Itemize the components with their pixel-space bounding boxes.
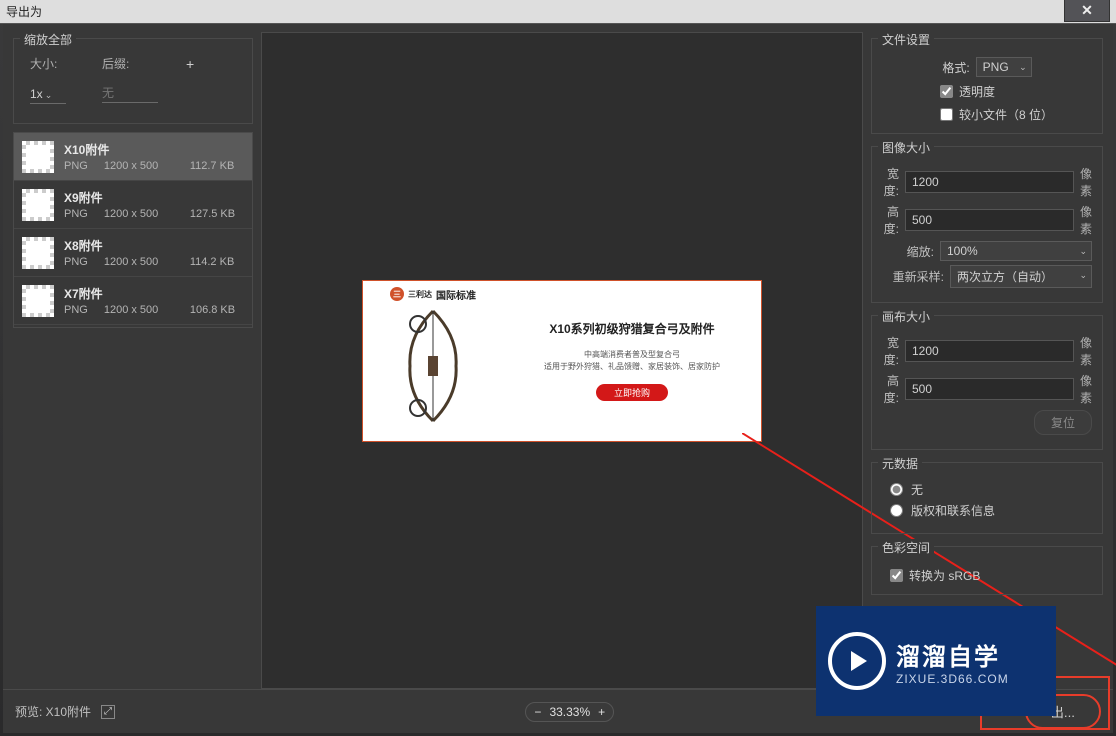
asset-dim: 1200 x 500 [104, 256, 174, 268]
preview-title: X10系列初级狩猎复合弓及附件 [549, 320, 714, 337]
metadata-section: 元数据 无 版权和联系信息 [871, 462, 1103, 534]
format-label: 格式: [942, 59, 969, 76]
asset-row[interactable]: X9附件 PNG 1200 x 500 127.5 KB [14, 181, 252, 229]
right-panel: 文件设置 格式: PNG⌄ 透明度 较小文件（8 位） 图像大小 宽度: [871, 32, 1103, 689]
canvas-height-input[interactable] [905, 378, 1074, 400]
format-select[interactable]: PNG⌄ [976, 57, 1032, 77]
metadata-copyright-radio[interactable]: 版权和联系信息 [890, 502, 1092, 519]
asset-name: X9附件 [64, 189, 244, 206]
asset-size: 112.7 KB [190, 160, 234, 172]
asset-thumbnail [22, 237, 54, 269]
watermark-play-icon [828, 632, 886, 690]
transparency-checkbox[interactable] [940, 85, 953, 98]
bow-image [398, 306, 468, 426]
reset-button[interactable]: 复位 [1034, 410, 1092, 435]
asset-size: 127.5 KB [190, 208, 235, 220]
zoom-value: 33.33% [549, 705, 590, 719]
size-label: 大小: [30, 55, 84, 72]
asset-size: 106.8 KB [190, 304, 235, 316]
asset-thumbnail [22, 285, 54, 317]
scale-pct-select[interactable]: 100%⌄ [940, 241, 1092, 261]
asset-name: X7附件 [64, 285, 244, 302]
asset-list: X10附件 PNG 1200 x 500 112.7 KB X9附件 PNG [13, 132, 253, 328]
watermark: 溜溜自学 ZIXUE.3D66.COM [816, 606, 1056, 716]
colorspace-section: 色彩空间 转换为 sRGB [871, 546, 1103, 595]
asset-name: X8附件 [64, 237, 244, 254]
srgb-checkbox[interactable] [890, 569, 903, 582]
scale-section-label: 缩放全部 [20, 31, 76, 48]
height-label: 高度: [882, 203, 899, 237]
fit-icon[interactable]: ⤢ [101, 705, 115, 719]
preview-label: 预览: X10附件 [15, 703, 91, 720]
preview-logo: 三 三利达 国际标准 [390, 287, 476, 302]
height-input[interactable] [905, 209, 1074, 231]
asset-dim: 1200 x 500 [104, 304, 174, 316]
canvas-width-input[interactable] [905, 340, 1074, 362]
scale-pct-label: 缩放: [882, 243, 934, 260]
asset-row[interactable]: X10附件 PNG 1200 x 500 112.7 KB [14, 133, 252, 181]
zoom-out-icon[interactable]: − [534, 705, 541, 719]
width-label: 宽度: [882, 165, 899, 199]
asset-format: PNG [64, 160, 88, 172]
window-title: 导出为 [6, 3, 42, 20]
preview-cta: 立即抢购 [596, 384, 668, 401]
asset-size: 114.2 KB [190, 256, 234, 268]
canvas-size-section: 画布大小 宽度: 像素 高度: 像素 复位 [871, 315, 1103, 450]
left-panel: 缩放全部 大小: 后缀: + 1x⌄ [13, 32, 253, 689]
preview-subtitle: 中高端消费者普及型复合弓 适用于野外狩猎、礼品馈赠、家居装饰、居家防护 [544, 349, 720, 371]
small-file-checkbox[interactable] [940, 108, 953, 121]
preview-canvas: 三 三利达 国际标准 [362, 280, 762, 442]
transparency-label: 透明度 [959, 83, 995, 100]
scale-select[interactable]: 1x⌄ [30, 85, 66, 104]
asset-row[interactable]: X8附件 PNG 1200 x 500 114.2 KB [14, 229, 252, 277]
scale-all-section: 缩放全部 大小: 后缀: + 1x⌄ [13, 38, 253, 124]
resample-select[interactable]: 两次立方（自动）⌄ [950, 265, 1092, 288]
asset-format: PNG [64, 304, 88, 316]
close-button[interactable]: ✕ [1064, 0, 1110, 22]
file-settings-section: 文件设置 格式: PNG⌄ 透明度 较小文件（8 位） [871, 38, 1103, 134]
watermark-url: ZIXUE.3D66.COM [896, 672, 1009, 686]
image-size-section: 图像大小 宽度: 像素 高度: 像素 缩放: 100%⌄ 重新采样: [871, 146, 1103, 303]
asset-dim: 1200 x 500 [104, 208, 174, 220]
asset-format: PNG [64, 256, 88, 268]
add-scale-button[interactable]: + [186, 56, 194, 72]
watermark-title: 溜溜自学 [896, 637, 1009, 672]
resample-label: 重新采样: [882, 268, 944, 285]
title-bar: 导出为 ✕ [0, 0, 1116, 24]
asset-name: X10附件 [64, 141, 244, 158]
asset-thumbnail [22, 189, 54, 221]
asset-dim: 1200 x 500 [104, 160, 174, 172]
asset-format: PNG [64, 208, 88, 220]
asset-row[interactable]: X7附件 PNG 1200 x 500 106.8 KB [14, 277, 252, 325]
asset-thumbnail [22, 141, 54, 173]
metadata-none-radio[interactable]: 无 [890, 481, 1092, 498]
zoom-control[interactable]: − 33.33% + [525, 702, 614, 722]
zoom-in-icon[interactable]: + [598, 705, 605, 719]
suffix-input[interactable] [102, 84, 158, 103]
preview-area[interactable]: 三 三利达 国际标准 [261, 32, 863, 689]
small-file-label: 较小文件（8 位） [959, 106, 1053, 123]
width-input[interactable] [905, 171, 1074, 193]
suffix-label: 后缀: [102, 55, 168, 72]
